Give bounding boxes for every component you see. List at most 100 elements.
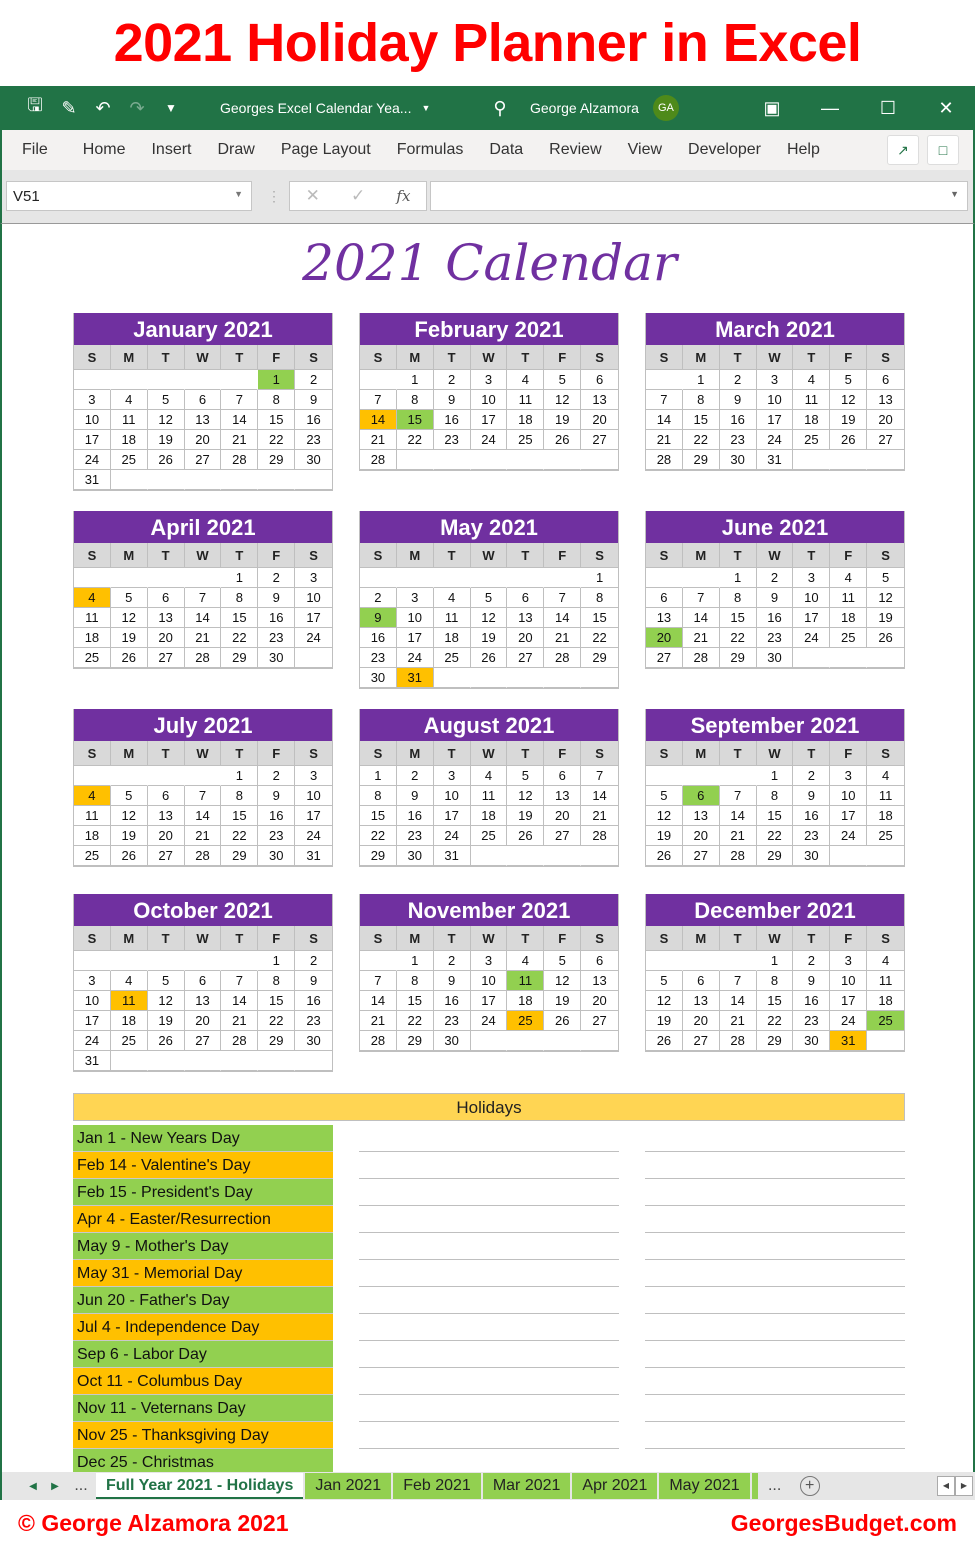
day-cell[interactable]: 12 [147,410,185,430]
day-cell[interactable]: 6 [184,390,222,410]
save-icon[interactable]: 🖫 [18,93,52,123]
day-cell[interactable]: 22 [682,430,720,450]
day-cell[interactable]: 17 [830,991,868,1011]
day-cell[interactable]: 30 [258,648,296,668]
day-cell[interactable]: 4 [507,951,545,971]
empty-cell[interactable] [581,450,618,470]
day-cell[interactable]: 22 [719,628,757,648]
empty-cell[interactable] [470,846,508,866]
empty-cell[interactable] [110,1051,148,1071]
day-cell[interactable]: 20 [682,826,720,846]
insert-function-icon[interactable]: fx [396,187,410,205]
note-line[interactable] [359,1395,619,1422]
day-cell[interactable]: 22 [756,826,794,846]
day-cell[interactable]: 23 [295,430,332,450]
day-cell[interactable]: 29 [719,648,757,668]
tab-review[interactable]: Review [536,141,614,159]
day-cell[interactable]: 15 [682,410,720,430]
empty-cell[interactable] [646,951,683,971]
day-cell[interactable]: 25 [470,826,508,846]
more-sheets-right[interactable]: ... [760,1477,790,1495]
day-cell[interactable]: 16 [433,410,471,430]
day-cell[interactable]: 24 [74,450,111,470]
day-cell[interactable]: 16 [756,608,794,628]
day-cell[interactable]: 15 [221,608,259,628]
empty-cell[interactable] [295,1051,332,1071]
empty-cell[interactable] [544,668,582,688]
share-icon[interactable]: ↗ [887,135,919,165]
undo-icon[interactable]: ↶ [86,98,120,119]
day-cell[interactable]: 19 [147,430,185,450]
holiday-item[interactable]: May 31 - Memorial Day [73,1260,333,1287]
empty-cell[interactable] [581,846,618,866]
day-cell[interactable]: 5 [507,766,545,786]
day-cell[interactable]: 18 [507,991,545,1011]
day-cell[interactable]: 8 [719,588,757,608]
day-cell[interactable]: 17 [470,991,508,1011]
day-cell[interactable]: 11 [110,410,148,430]
day-cell[interactable]: 13 [147,806,185,826]
day-cell[interactable]: 21 [360,1011,397,1031]
day-cell[interactable]: 24 [793,628,831,648]
day-cell[interactable]: 28 [682,648,720,668]
day-cell[interactable]: 28 [544,648,582,668]
day-cell[interactable]: 11 [74,806,111,826]
day-cell[interactable]: 29 [258,1031,296,1051]
day-cell[interactable]: 31 [756,450,794,470]
empty-cell[interactable] [110,766,148,786]
empty-cell[interactable] [74,766,111,786]
empty-cell[interactable] [258,470,296,490]
day-cell[interactable]: 29 [682,450,720,470]
day-cell[interactable]: 15 [360,806,397,826]
day-cell[interactable]: 1 [221,766,259,786]
day-cell[interactable]: 18 [74,826,111,846]
day-cell[interactable]: 23 [360,648,397,668]
day-cell[interactable]: 27 [682,846,720,866]
day-cell[interactable]: 4 [74,588,111,608]
day-cell[interactable]: 11 [110,991,148,1011]
day-cell[interactable]: 21 [544,628,582,648]
name-box[interactable]: V51 ▼ [6,181,252,211]
day-cell[interactable]: 5 [110,786,148,806]
day-cell[interactable]: 7 [581,766,618,786]
day-cell[interactable]: 16 [793,806,831,826]
empty-cell[interactable] [581,668,618,688]
note-line[interactable] [359,1260,619,1287]
empty-cell[interactable] [793,648,831,668]
day-cell[interactable]: 31 [295,846,332,866]
empty-cell[interactable] [682,766,720,786]
empty-cell[interactable] [830,648,868,668]
sheet-tab-apr[interactable]: Apr 2021 [572,1473,658,1499]
customize-icon[interactable]: ▼ [154,101,188,115]
day-cell[interactable]: 7 [360,390,397,410]
day-cell[interactable]: 1 [719,568,757,588]
day-cell[interactable]: 14 [184,806,222,826]
day-cell[interactable]: 2 [756,568,794,588]
document-title[interactable]: Georges Excel Calendar Yea... ▼ [220,100,460,116]
empty-cell[interactable] [507,668,545,688]
day-cell[interactable]: 11 [793,390,831,410]
day-cell[interactable]: 21 [184,826,222,846]
day-cell[interactable]: 15 [221,806,259,826]
day-cell[interactable]: 3 [295,568,332,588]
day-cell[interactable]: 26 [646,846,683,866]
day-cell[interactable]: 30 [433,1031,471,1051]
day-cell[interactable]: 16 [360,628,397,648]
empty-cell[interactable] [74,951,111,971]
day-cell[interactable]: 11 [470,786,508,806]
day-cell[interactable]: 28 [360,1031,397,1051]
expand-icon[interactable]: ▼ [950,189,959,199]
day-cell[interactable]: 8 [581,588,618,608]
day-cell[interactable]: 26 [110,648,148,668]
holiday-item[interactable]: Nov 11 - Veternans Day [73,1395,333,1422]
more-sheets-left[interactable]: ... [66,1477,96,1495]
day-cell[interactable]: 29 [756,846,794,866]
day-cell[interactable]: 20 [581,991,618,1011]
day-cell[interactable]: 19 [147,1011,185,1031]
day-cell[interactable]: 1 [396,370,434,390]
empty-cell[interactable] [221,1051,259,1071]
tab-help[interactable]: Help [774,141,833,159]
sheet-tab-feb[interactable]: Feb 2021 [393,1473,481,1499]
day-cell[interactable]: 18 [110,1011,148,1031]
holiday-item[interactable]: Jan 1 - New Years Day [73,1125,333,1152]
